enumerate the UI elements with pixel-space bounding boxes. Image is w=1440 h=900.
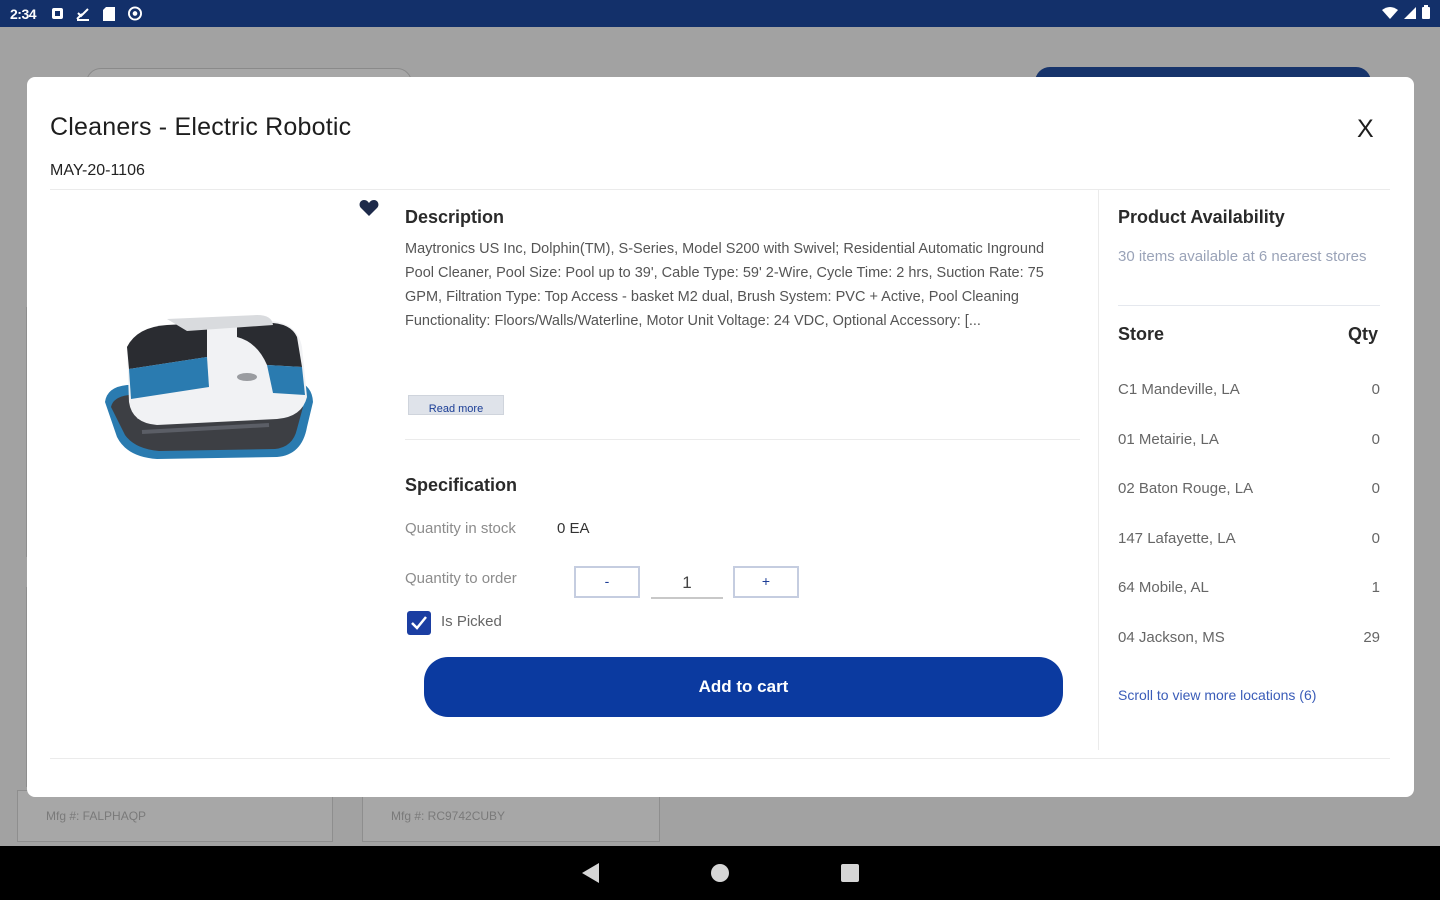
- battery-icon: [1422, 5, 1430, 22]
- description-heading: Description: [405, 207, 505, 227]
- favorite-heart-icon[interactable]: [359, 199, 379, 223]
- status-right-icons: [1382, 5, 1430, 22]
- store-qty: 0: [1371, 480, 1380, 497]
- divider: [50, 758, 1390, 759]
- store-qty: 0: [1371, 381, 1380, 398]
- store-row: 64 Mobile, AL 1: [1118, 579, 1380, 603]
- back-icon[interactable]: [581, 863, 599, 883]
- store-qty: 1: [1371, 579, 1380, 596]
- store-name: 64 Mobile, AL: [1118, 579, 1209, 596]
- notification-square-icon: [50, 7, 64, 21]
- add-to-cart-button[interactable]: Add to cart: [424, 657, 1063, 717]
- close-button[interactable]: X: [1357, 115, 1374, 144]
- sd-card-icon: [102, 6, 116, 21]
- specification-heading: Specification: [405, 475, 518, 495]
- store-row: 01 Metairie, LA 0: [1118, 431, 1380, 455]
- is-picked-checkbox[interactable]: [407, 611, 431, 635]
- modal-title: Cleaners - Electric Robotic: [50, 113, 352, 141]
- background-side-panel: [0, 307, 27, 557]
- background-mfg-number: Mfg #: RC9742CUBY: [391, 809, 506, 823]
- store-qty: 0: [1371, 431, 1380, 448]
- home-icon[interactable]: [710, 864, 729, 882]
- store-qty: 0: [1371, 530, 1380, 547]
- availability-heading: Product Availability: [1118, 207, 1285, 227]
- store-name: 01 Metairie, LA: [1118, 431, 1219, 448]
- wifi-icon: [1382, 6, 1398, 22]
- quantity-in-stock-label: Quantity in stock: [405, 520, 516, 537]
- background-product-card: Mfg #: RC9742CUBY: [362, 790, 660, 842]
- product-image: [105, 315, 313, 459]
- availability-summary: 30 items available at 6 nearest stores: [1118, 248, 1367, 265]
- store-name: 02 Baton Rouge, LA: [1118, 480, 1254, 497]
- divider: [405, 439, 1080, 440]
- status-time: 2:34: [10, 5, 37, 22]
- store-qty: 29: [1363, 629, 1380, 646]
- quantity-input[interactable]: [651, 569, 723, 599]
- store-name: C1 Mandeville, LA: [1118, 381, 1240, 398]
- divider-vertical: [1098, 190, 1099, 750]
- description-text: Maytronics US Inc, Dolphin(TM), S-Series…: [405, 241, 1045, 329]
- decrement-button[interactable]: -: [574, 566, 640, 598]
- cell-signal-icon: [1404, 6, 1416, 22]
- increment-button[interactable]: +: [733, 566, 799, 598]
- status-bar: 2:34: [0, 0, 1440, 27]
- divider: [1118, 305, 1380, 306]
- store-column-header: Store: [1118, 324, 1165, 344]
- qty-column-header: Qty: [1348, 324, 1379, 344]
- store-row: C1 Mandeville, LA 0: [1118, 381, 1380, 405]
- background-mfg-number: Mfg #: FALPHAQP: [46, 809, 147, 823]
- store-row: 02 Baton Rouge, LA 0: [1118, 480, 1380, 504]
- navigation-bar: [0, 846, 1440, 900]
- vpn-icon: [128, 6, 143, 21]
- product-detail-modal: Cleaners - Electric Robotic MAY-20-1106 …: [27, 77, 1414, 797]
- is-picked-label: Is Picked: [441, 613, 502, 630]
- scroll-more-locations-link[interactable]: Scroll to view more locations (6): [1118, 687, 1316, 703]
- store-row: 147 Lafayette, LA 0: [1118, 530, 1380, 554]
- checkmark-icon: [411, 616, 427, 630]
- product-sku: MAY-20-1106: [50, 162, 145, 179]
- quantity-to-order-label: Quantity to order: [405, 570, 517, 587]
- store-name: 04 Jackson, MS: [1118, 629, 1225, 646]
- edit-check-icon: [76, 7, 90, 21]
- store-row: 04 Jackson, MS 29: [1118, 629, 1380, 653]
- quantity-in-stock-value: 0 EA: [557, 520, 590, 537]
- read-more-button[interactable]: Read more: [408, 395, 504, 415]
- recent-apps-icon[interactable]: [840, 864, 859, 882]
- divider: [50, 189, 1390, 190]
- store-name: 147 Lafayette, LA: [1118, 530, 1236, 547]
- background-side-panel-2: [0, 587, 27, 787]
- background-product-card: Mfg #: FALPHAQP: [17, 790, 333, 842]
